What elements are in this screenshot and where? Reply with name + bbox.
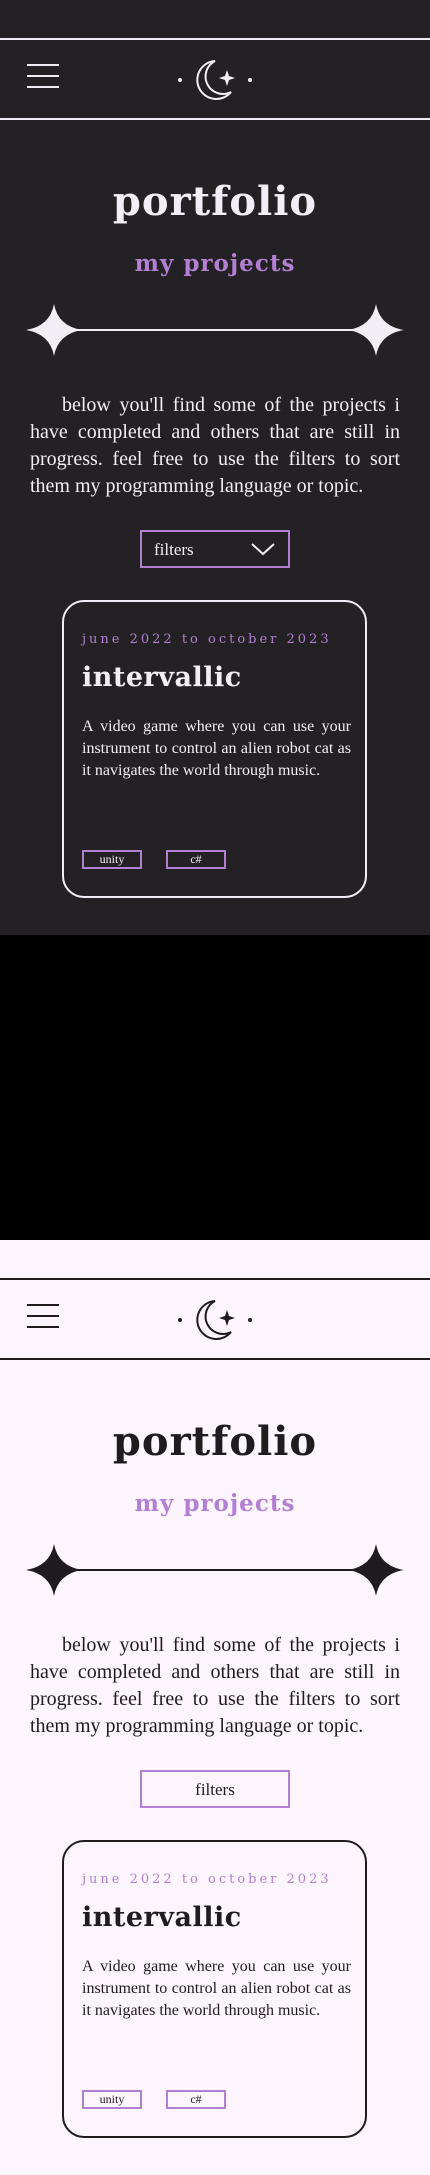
- page-subtitle: my projects: [134, 250, 296, 277]
- hamburger-menu-icon[interactable]: [27, 62, 59, 90]
- star-divider-icon: [26, 1544, 404, 1596]
- filters-label: filters: [195, 1780, 235, 1799]
- intro-text: below you'll find some of the projects i…: [30, 394, 400, 497]
- hamburger-menu-icon[interactable]: [27, 1302, 59, 1330]
- tag-unity[interactable]: unity: [82, 2090, 142, 2109]
- project-date: june 2022 to october 2023: [82, 1872, 332, 1887]
- filters-button[interactable]: filters: [140, 1770, 290, 1808]
- tag-unity[interactable]: unity: [82, 850, 142, 869]
- header-bottom-rule: [0, 118, 430, 120]
- portfolio-view-dark: portfolio my projects below you'll find …: [0, 0, 430, 935]
- filters-dropdown[interactable]: filters: [140, 530, 290, 568]
- project-card[interactable]: june 2022 to october 2023 intervallic A …: [62, 600, 367, 898]
- header-top-rule: [0, 38, 430, 40]
- crescent-moon-logo-icon[interactable]: [175, 1296, 255, 1344]
- tag-csharp[interactable]: c#: [166, 2090, 226, 2109]
- header-top-rule: [0, 1278, 430, 1280]
- crescent-moon-logo-icon[interactable]: [175, 56, 255, 104]
- chevron-down-icon: [251, 543, 275, 556]
- tag-csharp[interactable]: c#: [166, 850, 226, 869]
- header-bottom-rule: [0, 1358, 430, 1360]
- project-title: intervallic: [82, 1902, 242, 1933]
- black-separator: [0, 935, 430, 1240]
- page-title: portfolio: [112, 1418, 318, 1465]
- project-title: intervallic: [82, 662, 242, 693]
- star-divider-icon: [26, 304, 404, 356]
- filters-label: filters: [154, 540, 194, 559]
- intro-text: below you'll find some of the projects i…: [30, 1634, 400, 1737]
- page-subtitle: my projects: [134, 1490, 296, 1517]
- page-title: portfolio: [112, 178, 318, 225]
- project-card[interactable]: june 2022 to october 2023 intervallic A …: [62, 1840, 367, 2138]
- project-date: june 2022 to october 2023: [82, 632, 332, 647]
- portfolio-view-light: portfolio my projects below you'll find …: [0, 1240, 430, 2175]
- project-description: A video game where you can use your inst…: [82, 718, 351, 779]
- project-description: A video game where you can use your inst…: [82, 1958, 351, 2019]
